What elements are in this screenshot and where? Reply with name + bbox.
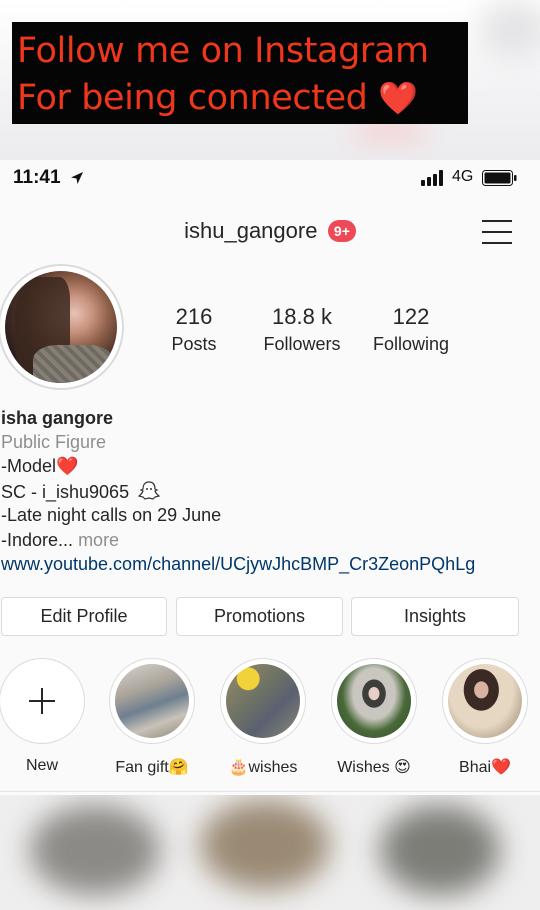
section-divider (0, 791, 540, 792)
bio-name: isha gangore (1, 408, 114, 428)
banner-line-2-text: For being connected (17, 78, 368, 118)
bio-line-model: -Model❤️ (1, 456, 531, 481)
stat-following-label: Following (372, 334, 450, 354)
bio-line-calls: -Late night calls on 29 June (1, 505, 222, 525)
bio-line-snapchat: SC - i_ishu9065 (1, 480, 531, 506)
overlay-banner: Follow me on Instagram For being connect… (12, 22, 468, 124)
username-title[interactable]: ishu_gangore (184, 218, 317, 244)
network-label: 4G (452, 168, 474, 185)
stat-posts-value: 216 (175, 304, 213, 329)
highlight-thumbnail (337, 664, 411, 738)
stat-followers-label: Followers (263, 334, 341, 354)
highlight-thumbnail (226, 664, 300, 738)
highlight-new[interactable]: New (0, 658, 87, 775)
banner-line-2: For being connected ❤️ (17, 75, 462, 122)
location-arrow-icon (71, 172, 83, 184)
avatar[interactable] (0, 264, 124, 390)
background-blob (200, 800, 330, 890)
banner-line-1: Follow me on Instagram (17, 31, 429, 71)
highlight-label: Fan gift🤗 (115, 759, 189, 776)
bio-line-model-text: -Model (1, 456, 57, 476)
bio-category: Public Figure (1, 432, 107, 452)
notification-badge[interactable]: 9+ (327, 220, 356, 242)
background-blob (30, 805, 160, 895)
hamburger-menu-icon[interactable] (482, 220, 512, 246)
insights-button[interactable]: Insights (351, 597, 519, 636)
stat-followers[interactable]: 18.8 k Followers (247, 304, 357, 355)
highlight-wishes[interactable]: Wishes 😍 (329, 658, 419, 777)
status-bar: 11:41 4G (0, 160, 540, 196)
highlight-ring (220, 658, 306, 744)
background-blob (480, 0, 540, 60)
status-time: 11:41 (13, 167, 61, 188)
avatar-photo (5, 271, 117, 383)
plus-icon (29, 688, 55, 714)
highlight-ring (331, 658, 417, 744)
profile-header: ishu_gangore 9+ (0, 210, 540, 256)
heart-emoji: ❤️ (56, 456, 79, 476)
highlight-label: Wishes 😍 (337, 759, 411, 776)
snapchat-ghost-icon (138, 480, 161, 500)
highlight-ring (442, 658, 528, 744)
highlight-label: Bhai❤️ (459, 759, 511, 776)
promotions-button[interactable]: Promotions (176, 597, 343, 636)
highlight-new-ring (0, 658, 85, 744)
bio-more-link[interactable]: more (78, 530, 119, 550)
background-blob (380, 805, 500, 895)
highlight-ring (109, 658, 195, 744)
stat-followers-value: 18.8 k (272, 304, 332, 329)
instagram-profile-screen: 11:41 4G ishu_gangore 9+ 216 Posts 18.8 … (0, 160, 540, 795)
highlight-bhai[interactable]: Bhai❤️ (440, 658, 530, 777)
highlight-label: 🎂wishes (228, 759, 298, 776)
background-bottom (0, 795, 540, 910)
bio-website-link[interactable]: www.youtube.com/channel/UCjywJhcBMP_Cr3Z… (1, 554, 531, 579)
highlight-thumbnail (448, 664, 522, 738)
bio-line-location-text: -Indore... (1, 529, 74, 550)
stat-posts[interactable]: 216 Posts (139, 304, 249, 355)
stat-posts-label: Posts (171, 334, 217, 354)
bio-line-snapchat-text: SC - i_ishu9065 (1, 481, 130, 502)
highlight-thumbnail (115, 664, 189, 738)
signal-icon (421, 170, 443, 186)
stat-following-value: 122 (392, 304, 430, 329)
heart-emoji: ❤️ (378, 79, 418, 117)
highlight-label: New (25, 757, 58, 774)
profile-bio: isha gangore Public Figure -Model❤️ SC -… (1, 408, 531, 579)
highlight-wishes-cake[interactable]: 🎂wishes (218, 658, 308, 777)
edit-profile-button[interactable]: Edit Profile (1, 597, 167, 636)
highlight-fan-gift[interactable]: Fan gift🤗 (107, 658, 197, 777)
stat-following[interactable]: 122 Following (356, 304, 466, 355)
battery-icon (482, 170, 517, 186)
bio-line-location: -Indore... more (1, 530, 531, 555)
username-wrap: ishu_gangore 9+ (0, 218, 540, 248)
